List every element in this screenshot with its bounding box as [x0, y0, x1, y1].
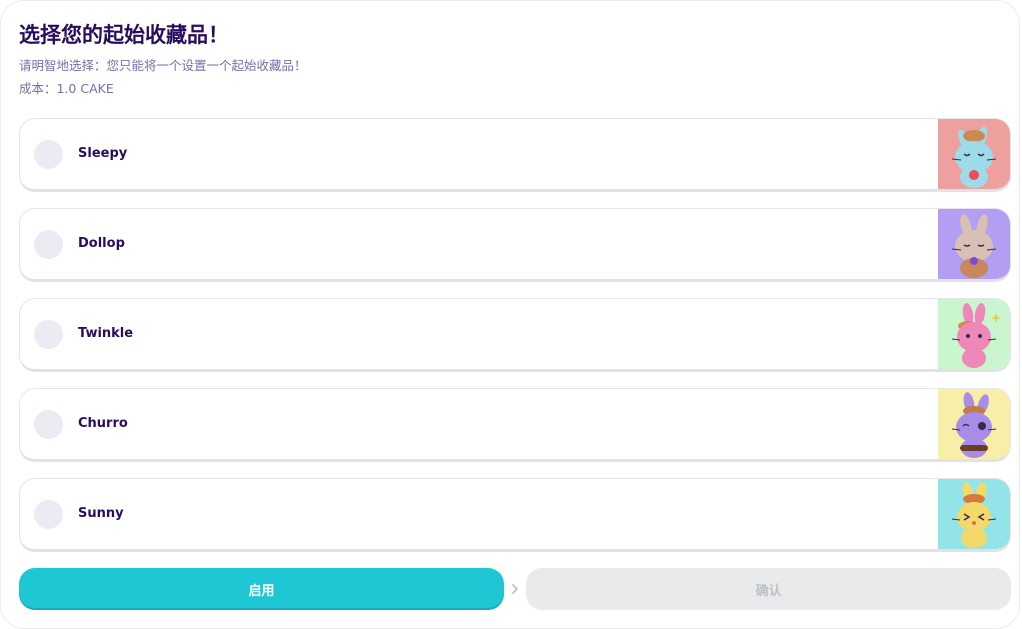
option-label: Dollop — [78, 236, 125, 251]
twinkle-bunny-image — [938, 299, 1010, 369]
chevron-right-icon — [509, 581, 521, 597]
option-twinkle[interactable]: Twinkle — [19, 298, 1011, 372]
starter-collectible-modal: 选择您的起始收藏品！ 请明智地选择：您只能将一个设置一个起始收藏品！ 成本：1.… — [0, 0, 1020, 629]
option-label: Twinkle — [78, 326, 134, 341]
radio-button[interactable] — [34, 410, 63, 439]
sunny-bunny-image — [938, 479, 1010, 549]
option-sleepy[interactable]: Sleepy — [19, 118, 1011, 192]
instruction-text: 请明智地选择：您只能将一个设置一个起始收藏品！ — [19, 58, 307, 73]
radio-button[interactable] — [34, 500, 63, 529]
radio-button[interactable] — [34, 320, 63, 349]
option-label: Sunny — [78, 506, 124, 521]
option-label: Sleepy — [78, 146, 128, 161]
sleepy-bunny-image — [938, 119, 1010, 189]
confirm-button[interactable]: 确认 — [526, 568, 1011, 610]
dollop-bunny-image — [938, 209, 1010, 279]
option-label: Churro — [78, 416, 128, 431]
radio-button[interactable] — [34, 230, 63, 259]
page-title: 选择您的起始收藏品！ — [19, 23, 229, 47]
cost-text: 成本：1.0 CAKE — [19, 81, 114, 96]
option-churro[interactable]: Churro — [19, 388, 1011, 462]
option-dollop[interactable]: Dollop — [19, 208, 1011, 282]
churro-bunny-image — [938, 389, 1010, 459]
enable-button[interactable]: 启用 — [19, 568, 504, 610]
radio-button[interactable] — [34, 140, 63, 169]
option-sunny[interactable]: Sunny — [19, 478, 1011, 552]
